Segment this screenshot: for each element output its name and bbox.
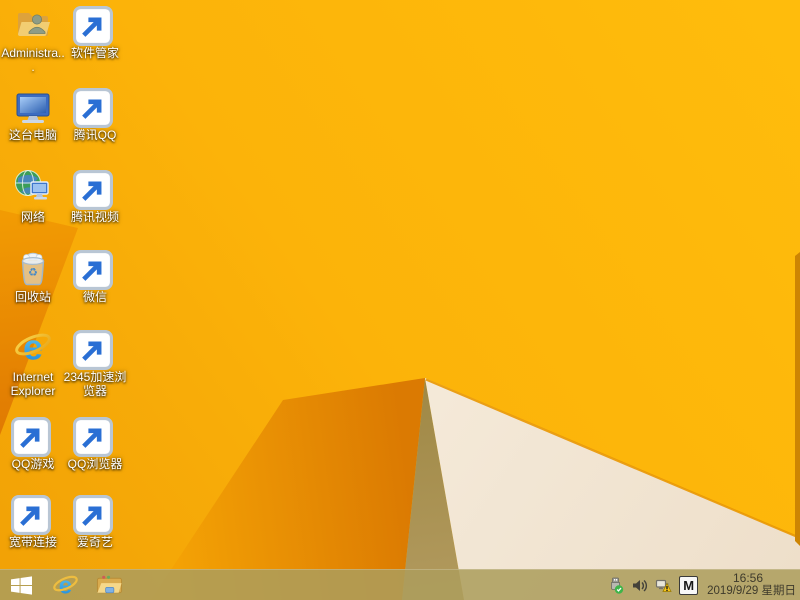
- desktop-icon-label: QQ游戏: [11, 457, 55, 471]
- clock-date: 2019/9/29 星期日: [707, 585, 796, 597]
- desktop-icon-tencent-qq[interactable]: 腾讯QQ: [63, 86, 127, 142]
- network-icon: [13, 168, 53, 208]
- shortcut-arrow-icon: [73, 6, 113, 46]
- recycle-bin-icon: ♻: [13, 248, 53, 288]
- internet-explorer-icon: e: [52, 572, 78, 599]
- desktop-icon-label: 这台电脑: [8, 128, 57, 142]
- desktop-icon-software-manager[interactable]: 软件管家: [63, 4, 127, 60]
- desktop-icon-broadband-connection[interactable]: 宽带连接: [1, 493, 65, 549]
- software-manager-icon: [73, 4, 115, 46]
- desktop-icon-tencent-video[interactable]: 腾讯视频: [63, 168, 127, 224]
- clock-time: 16:56: [732, 571, 763, 585]
- volume-icon[interactable]: [631, 577, 648, 594]
- desktop-icon-label: QQ浏览器: [67, 457, 123, 471]
- qq-games-icon: [11, 415, 53, 457]
- desktop-icon-internet-explorer[interactable]: e Internet Explorer: [1, 328, 65, 398]
- shortcut-arrow-icon: [11, 495, 51, 535]
- taskbar-file-explorer-button[interactable]: [90, 570, 128, 600]
- iqiyi-icon: iQIYI: [73, 493, 115, 535]
- wechat-icon: [73, 248, 115, 290]
- qq-browser-icon: [73, 415, 115, 457]
- desktop-icon-qq-browser[interactable]: QQ浏览器: [63, 415, 127, 471]
- this-pc-icon: [13, 86, 53, 126]
- taskbar-internet-explorer-button[interactable]: e: [46, 570, 84, 600]
- tencent-qq-icon: [73, 86, 115, 128]
- administrator-folder-icon: [13, 4, 53, 44]
- desktop-icon-label: 2345加速浏览器: [63, 370, 127, 398]
- svg-text:♻: ♻: [28, 267, 38, 279]
- network-warning-icon[interactable]: [655, 577, 672, 594]
- start-button[interactable]: [2, 570, 40, 600]
- broadband-connection-icon: [11, 493, 53, 535]
- desktop-icon-label: 微信: [82, 290, 107, 304]
- shortcut-arrow-icon: [73, 170, 113, 210]
- desktop-icon-network[interactable]: 网络: [1, 168, 65, 224]
- shortcut-arrow-icon: [73, 495, 113, 535]
- desktop-icon-administrator-folder[interactable]: Administra...: [1, 4, 65, 74]
- desktop-icon-label: 软件管家: [70, 46, 119, 60]
- usb-safe-remove-icon[interactable]: [607, 577, 624, 594]
- shortcut-arrow-icon: [73, 417, 113, 457]
- desktop-icon-label: 腾讯视频: [70, 210, 119, 224]
- desktop-icon-iqiyi[interactable]: iQIYI 爱奇艺: [63, 493, 127, 549]
- internet-explorer-icon: e: [13, 328, 53, 368]
- taskbar-clock[interactable]: 16:56 2019/9/29 星期日: [707, 572, 796, 598]
- shortcut-arrow-icon: [11, 417, 51, 457]
- file-explorer-icon: [96, 575, 122, 594]
- taskbar: e M 16:56 2019/9/29 星期日: [0, 569, 800, 600]
- desktop-icon-label: 回收站: [14, 290, 51, 304]
- desktop-icon-label: Administra...: [1, 46, 65, 74]
- shortcut-arrow-icon: [73, 88, 113, 128]
- desktop-icon-recycle-bin[interactable]: ♻ 回收站: [1, 248, 65, 304]
- desktop-icon-label: Internet Explorer: [10, 370, 56, 398]
- shortcut-arrow-icon: [73, 330, 113, 370]
- 2345-browser-icon: e: [73, 328, 115, 370]
- desktop-icon-label: 网络: [20, 210, 45, 224]
- desktop-icon-label: 腾讯QQ: [73, 128, 117, 142]
- desktop-icon-wechat[interactable]: 微信: [63, 248, 127, 304]
- desktop-icon-qq-games[interactable]: QQ游戏: [1, 415, 65, 471]
- shortcut-arrow-icon: [73, 250, 113, 290]
- desktop-icon-label: 宽带连接: [8, 535, 57, 549]
- windows-logo-icon: [10, 575, 32, 595]
- ime-indicator[interactable]: M: [679, 575, 699, 595]
- system-tray: M 16:56 2019/9/29 星期日: [607, 570, 796, 600]
- desktop-icon-label: 爱奇艺: [76, 535, 113, 549]
- tencent-video-icon: [73, 168, 115, 210]
- desktop-icon-this-pc[interactable]: 这台电脑: [1, 86, 65, 142]
- desktop-icon-2345-browser[interactable]: e 2345加速浏览器: [63, 328, 127, 398]
